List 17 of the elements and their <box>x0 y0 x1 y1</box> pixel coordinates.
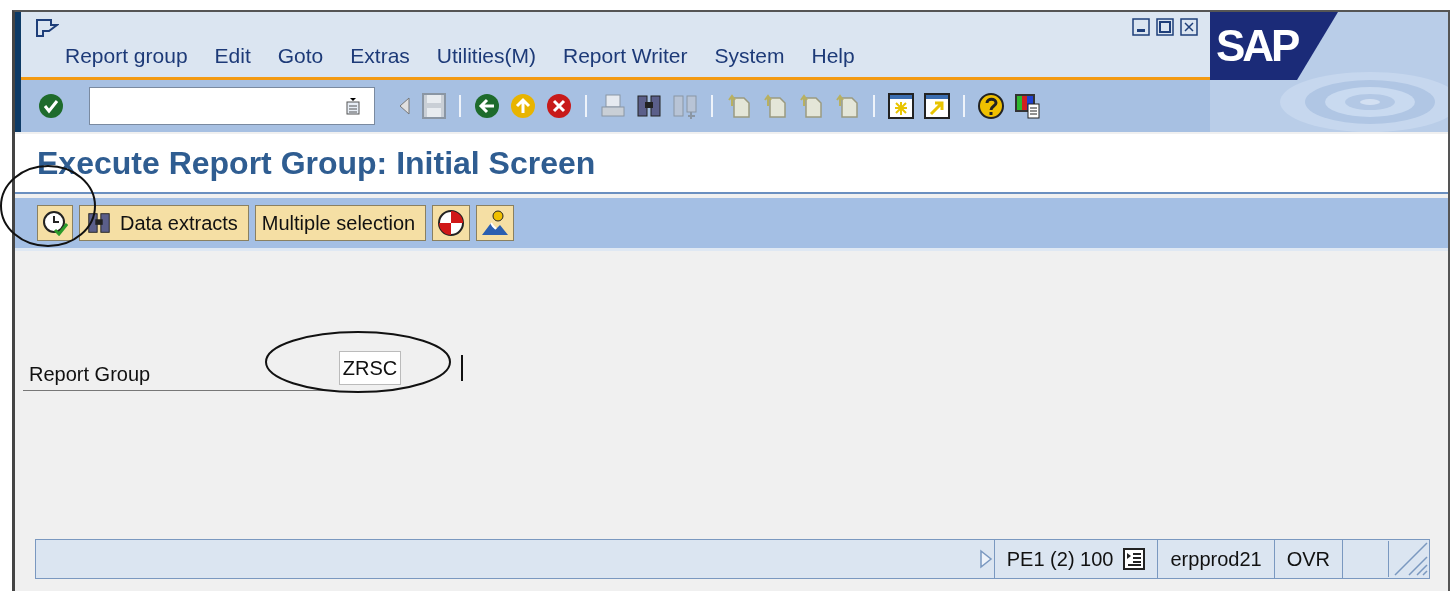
input-field[interactable]: ZRSC <box>339 351 401 385</box>
toolbar-button[interactable]: Data extracts <box>79 205 249 241</box>
menu-item[interactable]: Report group <box>65 44 188 68</box>
field-label: Report Group <box>23 363 331 391</box>
system-info: PE1 (2) 100 <box>1006 547 1114 571</box>
screen-title: Execute Report Group: Initial Screen <box>37 144 596 182</box>
menu-item[interactable]: System <box>714 44 785 68</box>
menu-item[interactable]: Edit <box>214 44 251 68</box>
menu-item[interactable]: Goto <box>277 44 324 68</box>
insert-mode: OVR <box>1286 547 1330 571</box>
menu-item[interactable]: Extras <box>350 44 410 68</box>
menu-item[interactable]: Utilities(M) <box>436 44 536 68</box>
menu-item[interactable]: Help <box>811 44 855 68</box>
toolbar-button[interactable]: Multiple selection <box>254 205 427 241</box>
menu-item[interactable]: Report Writer <box>562 44 688 68</box>
logo: SAP <box>1216 24 1298 68</box>
server-name: erpprod21 <box>1170 547 1262 571</box>
